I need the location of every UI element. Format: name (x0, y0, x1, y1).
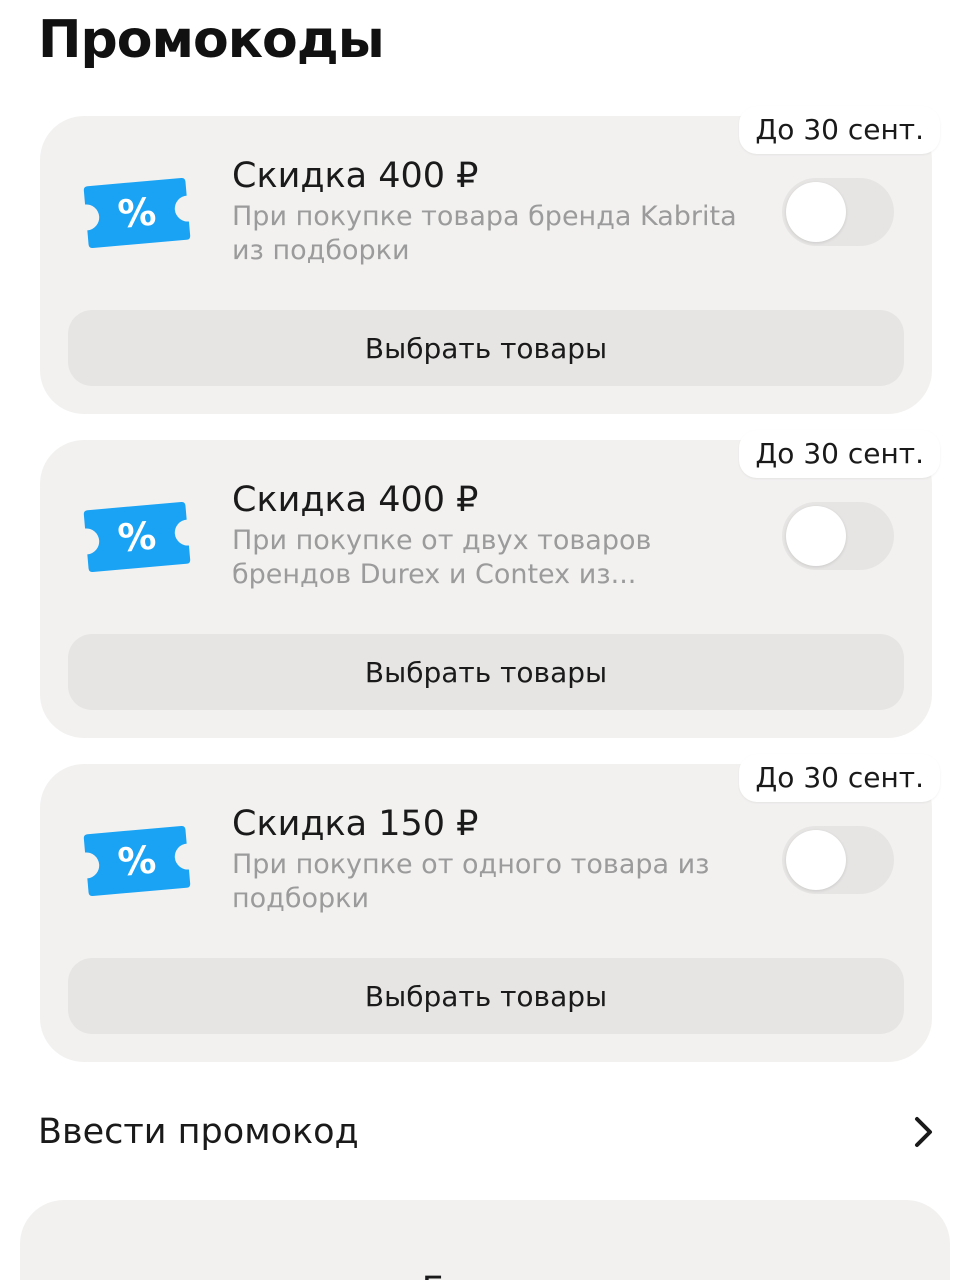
promo-card: До 30 сент. % Скидка 400 ₽ При покупке о… (40, 430, 940, 738)
toggle-knob (786, 830, 846, 890)
promo-toggle[interactable] (782, 502, 894, 570)
promo-description: При покупке от одного товара из подборки (232, 849, 710, 914)
select-products-button[interactable]: Выбрать товары (68, 634, 904, 710)
svg-text:%: % (116, 513, 158, 560)
promo-description: При покупке от двух товаров брендов Dure… (232, 525, 652, 590)
done-button[interactable]: Готово (20, 1200, 950, 1280)
promocodes-screen: Промокоды До 30 сент. % Скидка 400 ₽ При… (0, 0, 956, 1280)
select-products-button[interactable]: Выбрать товары (68, 310, 904, 386)
select-products-button[interactable]: Выбрать товары (68, 958, 904, 1034)
promo-title: Скидка 400 ₽ (232, 156, 479, 196)
promo-description: При покупке товара бренда Kabrita из под… (232, 201, 737, 266)
toggle-knob (786, 182, 846, 242)
discount-ticket-icon: % (83, 178, 191, 248)
toggle-knob (786, 506, 846, 566)
promo-toggle[interactable] (782, 826, 894, 894)
discount-ticket-icon: % (83, 502, 191, 572)
promo-title: Скидка 400 ₽ (232, 480, 479, 520)
deadline-badge: До 30 сент. (739, 106, 940, 154)
deadline-badge: До 30 сент. (739, 430, 940, 478)
enter-promocode-label: Ввести промокод (38, 1112, 359, 1152)
svg-text:%: % (116, 837, 158, 884)
promo-title: Скидка 150 ₽ (232, 804, 479, 844)
promo-toggle[interactable] (782, 178, 894, 246)
chevron-right-icon (915, 1117, 932, 1147)
svg-text:%: % (116, 189, 158, 236)
discount-ticket-icon: % (83, 826, 191, 896)
promo-card: До 30 сент. % Скидка 400 ₽ При покупке т… (40, 106, 940, 414)
deadline-badge: До 30 сент. (739, 754, 940, 802)
promo-card: До 30 сент. % Скидка 150 ₽ При покупке о… (40, 754, 940, 1062)
enter-promocode-row[interactable]: Ввести промокод (38, 1100, 936, 1164)
page-title: Промокоды (38, 10, 385, 70)
